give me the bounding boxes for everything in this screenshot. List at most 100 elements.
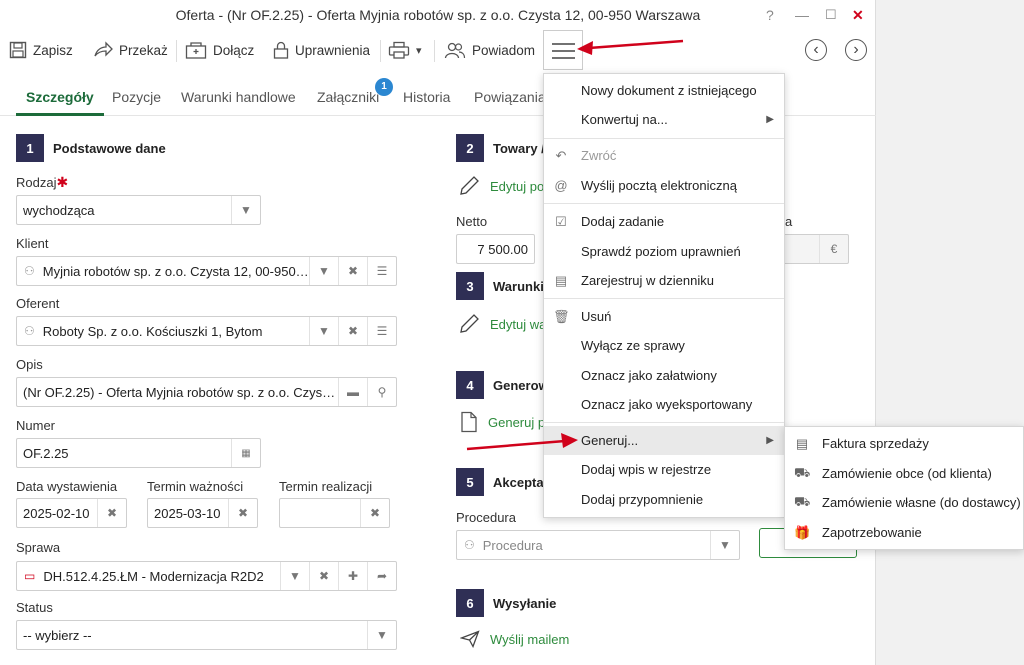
menu-item-label: Dodaj zadanie — [581, 214, 665, 229]
menu-item-send-email[interactable]: @ Wyślij pocztą elektroniczną — [544, 171, 784, 200]
printer-icon — [388, 41, 410, 59]
calendar-check-icon: ☑ — [555, 213, 567, 229]
realization-label: Termin realizacji — [279, 479, 373, 494]
comment-icon[interactable]: ▬ — [338, 378, 367, 406]
menu-item-check-permissions[interactable]: Sprawdź poziom uprawnień — [544, 237, 784, 266]
section-title: Generow — [493, 377, 549, 393]
gift-icon: 🎁 — [794, 524, 811, 540]
send-mail-link[interactable]: Wyślij mailem — [460, 630, 569, 648]
share-icon — [94, 41, 113, 57]
notify-button[interactable]: Powiadom — [444, 32, 535, 68]
clear-icon[interactable]: ✖ — [338, 317, 367, 345]
case-value: DH.512.4.25.ŁM - Modernizacja R2D2 — [43, 568, 264, 584]
clear-icon[interactable]: ✖ — [97, 499, 126, 527]
menu-item-label: Dodaj przypomnienie — [581, 492, 704, 507]
send-mail-label: Wyślij mailem — [490, 631, 570, 647]
offerer-field[interactable]: ⚇ Roboty Sp. z o.o. Kościuszki 1, Bytom … — [16, 316, 397, 346]
section-title: Podstawowe dane — [53, 140, 166, 156]
menu-item-return[interactable]: ↶ Zwróć — [544, 141, 784, 170]
procedure-icon: ⚇ — [464, 538, 475, 552]
permissions-button[interactable]: Uprawnienia — [273, 32, 370, 68]
net-value-field[interactable]: 7 500.00 — [456, 234, 535, 264]
menu-item-add-task[interactable]: ☑ Dodaj zadanie — [544, 207, 784, 236]
close-button[interactable]: ✕ — [852, 0, 864, 30]
procedure-select[interactable]: ⚇ Procedura ▼ — [456, 530, 740, 560]
edit-terms-link[interactable]: Edytuj wa — [458, 313, 546, 335]
at-icon: @ — [554, 178, 568, 193]
section-title: Wysyłanie — [493, 595, 557, 611]
type-select[interactable]: wychodząca ▼ — [16, 195, 261, 225]
tab-relations[interactable]: Powiązania — [474, 80, 546, 116]
menu-item-delete[interactable]: 🗑 Usuń — [544, 302, 784, 331]
number-field[interactable]: OF.2.25 ▦ — [16, 438, 261, 468]
numbering-icon[interactable]: ▦ — [231, 439, 260, 467]
menu-item-add-register-entry[interactable]: Dodaj wpis w rejestrze — [544, 455, 784, 484]
submenu-item-sales-invoice[interactable]: ▤ Faktura sprzedaży — [785, 429, 1023, 458]
forward-button[interactable]: Przekaż — [93, 32, 168, 68]
menu-item-exclude-from-case[interactable]: Wyłącz ze sprawy — [544, 331, 784, 360]
chevron-down-icon[interactable]: ▼ — [710, 531, 739, 559]
search-icon[interactable]: ⚲ — [367, 378, 396, 406]
menu-item-label: Sprawdź poziom uprawnień — [581, 244, 741, 259]
tab-trade-terms[interactable]: Warunki handlowe — [181, 80, 296, 116]
tab-details[interactable]: Szczegóły — [16, 80, 104, 116]
chevron-down-icon[interactable]: ▼ — [280, 562, 309, 590]
tab-items[interactable]: Pozycje — [112, 80, 161, 116]
menu-item-label: Generuj... — [581, 433, 639, 448]
tab-history[interactable]: Historia — [403, 80, 450, 116]
go-to-icon[interactable]: ➦ — [367, 562, 396, 590]
menu-item-generate[interactable]: Generuj... ▶ — [544, 426, 784, 455]
next-record-button[interactable]: › — [845, 39, 867, 61]
submenu-item-requisition[interactable]: 🎁 Zapotrzebowanie — [785, 518, 1023, 547]
case-field[interactable]: ▭ DH.512.4.25.ŁM - Modernizacja R2D2 ▼ ✖… — [16, 561, 397, 591]
help-icon[interactable]: ? — [766, 0, 774, 30]
list-icon[interactable]: ☰ — [367, 317, 396, 345]
attach-button[interactable]: Dołącz — [185, 32, 254, 68]
section-terms: 3 Warunki h — [456, 272, 555, 300]
client-field[interactable]: ⚇ Myjnia robotów sp. z o.o. Czysta 12, 0… — [16, 256, 397, 286]
section-number: 6 — [456, 589, 484, 617]
contacts-icon: ⚇ — [24, 324, 35, 338]
chevron-down-icon[interactable]: ▼ — [231, 196, 260, 224]
list-icon[interactable]: ☰ — [367, 257, 396, 285]
number-label: Numer — [16, 418, 56, 433]
print-button[interactable]: ▾ — [388, 32, 422, 68]
maximize-button[interactable]: ☐ — [825, 0, 837, 30]
chevron-down-icon[interactable]: ▼ — [309, 257, 338, 285]
submenu-item-supplier-order[interactable]: ⛟ Zamówienie własne (do dostawcy) — [785, 488, 1023, 517]
chevron-down-icon[interactable]: ▼ — [367, 621, 396, 649]
client-label: Klient — [16, 236, 49, 251]
description-field[interactable]: (Nr OF.2.25) - Oferta Myjnia robotów sp.… — [16, 377, 397, 407]
save-button[interactable]: Zapisz — [9, 32, 73, 68]
prev-record-button[interactable]: ‹ — [805, 39, 827, 61]
clear-icon[interactable]: ✖ — [228, 499, 257, 527]
clear-icon[interactable]: ✖ — [360, 499, 389, 527]
minimize-button[interactable]: — — [795, 0, 809, 30]
menu-item-mark-done[interactable]: Oznacz jako załatwiony — [544, 361, 784, 390]
add-icon[interactable]: ✚ — [338, 562, 367, 590]
menu-item-convert[interactable]: Konwertuj na... ▶ — [544, 105, 784, 134]
procedure-label: Procedura — [456, 510, 516, 525]
menu-item-new-from-existing[interactable]: Nowy dokument z istniejącego — [544, 76, 784, 105]
chevron-down-icon[interactable]: ▼ — [309, 317, 338, 345]
submenu-item-label: Zapotrzebowanie — [822, 525, 922, 540]
clear-icon[interactable]: ✖ — [338, 257, 367, 285]
generate-submenu: ▤ Faktura sprzedaży ⛟ Zamówienie obce (od … — [784, 426, 1024, 550]
menu-item-register[interactable]: ▤ Zarejestruj w dzienniku — [544, 266, 784, 295]
valid-until-field[interactable]: 2025-03-10 ✖ — [147, 498, 258, 528]
status-select[interactable]: -- wybierz -- ▼ — [16, 620, 397, 650]
submenu-item-customer-order[interactable]: ⛟ Zamówienie obce (od klienta) — [785, 459, 1023, 488]
realization-field[interactable]: ✖ — [279, 498, 390, 528]
section-generate: 4 Generow — [456, 371, 549, 399]
menu-item-mark-exported[interactable]: Oznacz jako wyeksportowany — [544, 390, 784, 419]
send-icon — [460, 630, 480, 648]
menu-item-add-reminder[interactable]: Dodaj przypomnienie — [544, 485, 784, 514]
cart-icon: ⛟ — [794, 464, 811, 480]
edit-goods-link[interactable]: Edytuj po — [458, 175, 544, 197]
tab-attachments[interactable]: Załączniki — [317, 80, 379, 116]
clear-icon[interactable]: ✖ — [309, 562, 338, 590]
issue-date-field[interactable]: 2025-02-10 ✖ — [16, 498, 127, 528]
submenu-item-label: Zamówienie obce (od klienta) — [822, 466, 992, 481]
register-icon: ▤ — [554, 272, 568, 288]
offerer-value: Roboty Sp. z o.o. Kościuszki 1, Bytom — [42, 323, 263, 339]
